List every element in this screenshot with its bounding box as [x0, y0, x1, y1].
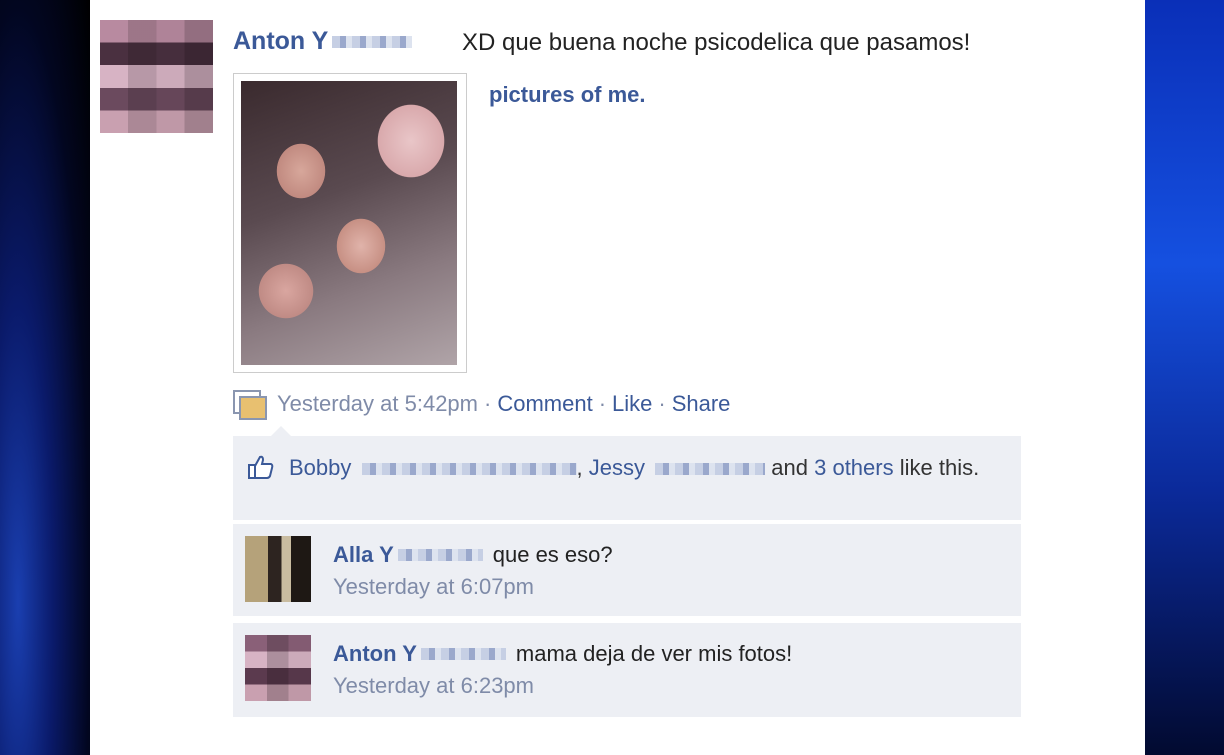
likes-and: and — [771, 455, 808, 480]
author-avatar[interactable] — [100, 20, 213, 133]
like-link[interactable]: Like — [612, 391, 652, 417]
background-left — [0, 0, 90, 755]
comment-author[interactable]: Alla Y — [333, 542, 483, 568]
background-right — [1145, 0, 1224, 755]
photo-icon — [233, 390, 267, 420]
liker-jessy[interactable]: Jessy — [589, 455, 645, 480]
post-photo[interactable] — [241, 81, 457, 365]
likes-box: Bobby , Jessy and 3 others like this. — [233, 426, 1021, 520]
separator: · — [658, 391, 666, 416]
post-author-name[interactable]: Anton Y — [233, 27, 328, 56]
post-meta: Yesterday at 5:42pm · Comment · Like · S… — [233, 390, 731, 420]
blurred-surname — [361, 463, 577, 475]
comment-link[interactable]: Comment — [497, 391, 592, 417]
comment-item: Alla Y que es eso? Yesterday at 6:07pm — [233, 524, 1021, 616]
blurred-surname — [420, 648, 506, 660]
likes-suffix: like this. — [899, 455, 980, 480]
blurred-surname — [332, 35, 413, 48]
post-author[interactable]: Anton Y — [233, 27, 413, 56]
commenter-avatar[interactable] — [245, 536, 311, 602]
post-timestamp[interactable]: Yesterday at 5:42pm — [277, 391, 478, 417]
blurred-surname — [655, 463, 766, 475]
separator: · — [598, 391, 607, 416]
share-link[interactable]: Share — [672, 391, 731, 417]
comment-text: mama deja de ver mis fotos! — [515, 641, 793, 666]
likes-others-link[interactable]: 3 others — [814, 455, 894, 480]
comment-timestamp[interactable]: Yesterday at 6:23pm — [333, 673, 534, 699]
comment-author[interactable]: Anton Y — [333, 641, 506, 667]
comment-item: Anton Y mama deja de ver mis fotos! Yest… — [233, 623, 1021, 717]
blurred-surname — [397, 549, 483, 561]
comment-text: que es eso? — [492, 542, 613, 567]
post-text: XD que buena noche psicodelica que pasam… — [462, 29, 971, 56]
comment-timestamp[interactable]: Yesterday at 6:07pm — [333, 574, 534, 600]
commenter-avatar[interactable] — [245, 635, 311, 701]
likes-text: Bobby , Jessy and 3 others like this. — [289, 455, 980, 480]
album-link[interactable]: pictures of me. — [489, 82, 645, 108]
thumbs-up-icon — [248, 455, 274, 479]
separator: · — [484, 391, 492, 416]
liker-bobby[interactable]: Bobby — [289, 455, 351, 480]
